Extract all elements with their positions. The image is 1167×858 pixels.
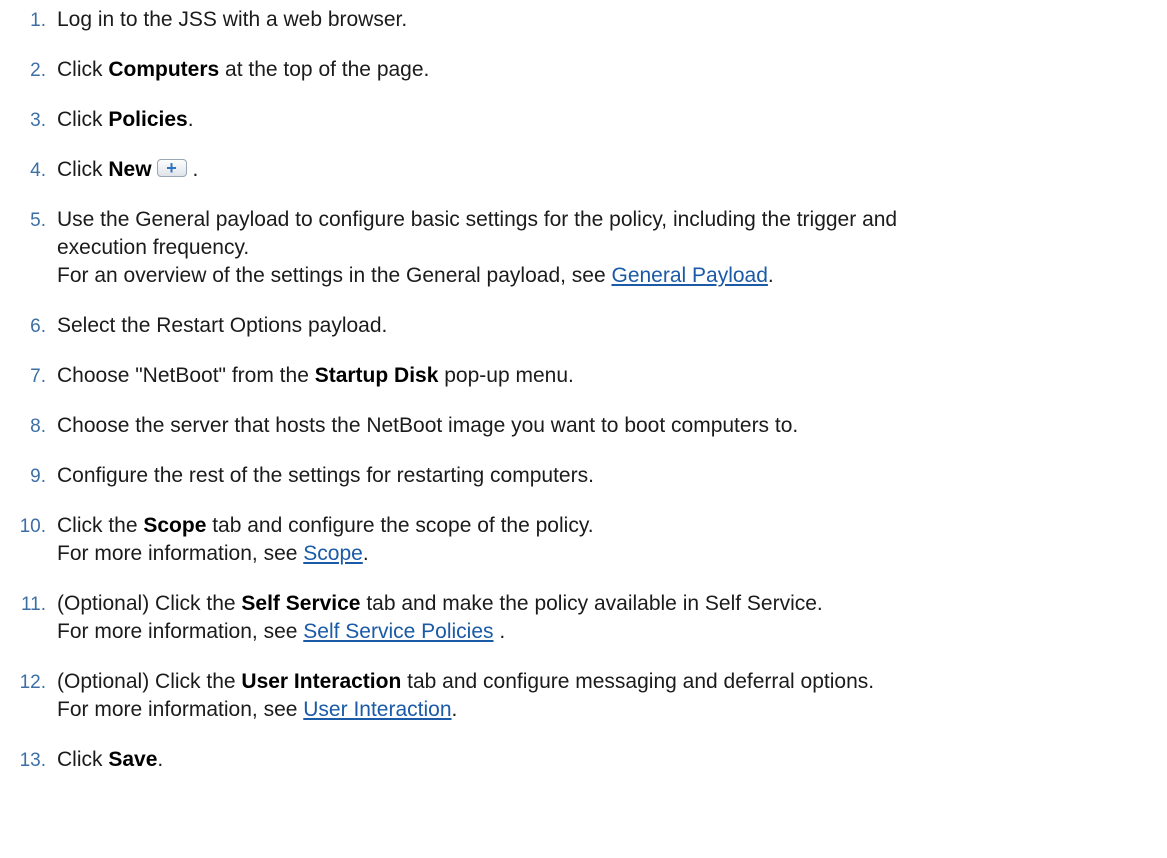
step-5: 5. Use the General payload to configure … xyxy=(0,206,1160,290)
step-text-line-2: execution frequency. xyxy=(57,236,250,259)
step-number: 12. xyxy=(19,672,46,693)
step-text-line-1: Use the General payload to configure bas… xyxy=(57,208,898,231)
step-number: 5. xyxy=(30,210,46,231)
step-text-pre: Click xyxy=(57,158,109,181)
step-8: 8. Choose the server that hosts the NetB… xyxy=(0,412,1160,440)
step-6: 6. Select the Restart Options payload. xyxy=(0,312,1160,340)
note-text: For more information, see xyxy=(57,620,304,643)
ui-term-new: New xyxy=(108,158,152,181)
step-text: Click Policies. xyxy=(57,106,1160,134)
step-text-pre: Click the xyxy=(57,514,144,537)
step-number: 11. xyxy=(20,594,46,615)
step-number: 1. xyxy=(30,10,46,31)
procedure-steps: 1. Log in to the JSS with a web browser.… xyxy=(0,6,1160,796)
step-note: For more information, see User Interacti… xyxy=(57,696,1160,724)
step-text-post: pop-up menu. xyxy=(438,364,574,387)
step-text: Configure the rest of the settings for r… xyxy=(57,464,594,487)
step-text-post: tab and make the policy available in Sel… xyxy=(360,592,823,615)
note-text: For more information, see xyxy=(57,698,304,721)
step-text-post: . xyxy=(157,748,164,771)
step-text-pre: Click xyxy=(57,58,109,81)
step-text-post: . xyxy=(187,108,194,131)
step-text-pre: Click xyxy=(57,108,109,131)
step-text-pre: (Optional) Click the xyxy=(57,592,242,615)
note-text-post: . xyxy=(362,542,369,565)
self-service-policies-link[interactable]: Self Service Policies xyxy=(303,620,493,643)
note-text: For more information, see xyxy=(57,542,304,565)
ui-term-startup-disk: Startup Disk xyxy=(314,364,439,387)
step-note: For an overview of the settings in the G… xyxy=(57,262,1160,290)
step-text: (Optional) Click the Self Service tab an… xyxy=(57,590,1160,618)
step-text: Click Save. xyxy=(57,746,1160,774)
step-text: (Optional) Click the User Interaction ta… xyxy=(57,668,1160,696)
scope-link[interactable]: Scope xyxy=(303,542,363,565)
ui-term-scope: Scope xyxy=(143,514,207,537)
step-number: 2. xyxy=(30,60,46,81)
ui-term-computers: Computers xyxy=(108,58,220,81)
note-text-post: . xyxy=(767,264,774,287)
step-text: Click the Scope tab and configure the sc… xyxy=(57,512,1160,540)
step-text-pre: (Optional) Click the xyxy=(57,670,242,693)
step-number: 9. xyxy=(30,466,46,487)
plus-glyph: + xyxy=(166,158,177,179)
plus-icon: + xyxy=(156,158,187,179)
step-7: 7. Choose "NetBoot" from the Startup Dis… xyxy=(0,362,1160,390)
note-text-post: . xyxy=(451,698,458,721)
step-number: 6. xyxy=(30,316,46,337)
step-number: 13. xyxy=(19,750,46,771)
step-number: 3. xyxy=(30,110,46,131)
step-text: Click Computers at the top of the page. xyxy=(57,56,1160,84)
note-text-post: . xyxy=(493,620,506,643)
note-text: For an overview of the settings in the G… xyxy=(57,264,612,287)
step-number: 7. xyxy=(30,366,46,387)
user-interaction-link[interactable]: User Interaction xyxy=(303,698,451,721)
step-9: 9. Configure the rest of the settings fo… xyxy=(0,462,1160,490)
step-2: 2. Click Computers at the top of the pag… xyxy=(0,56,1160,84)
ui-term-policies: Policies xyxy=(108,108,188,131)
step-1: 1. Log in to the JSS with a web browser. xyxy=(0,6,1160,34)
step-text-pre: Choose "NetBoot" from the xyxy=(57,364,315,387)
step-text-pre: Click xyxy=(57,748,109,771)
step-text: Choose the server that hosts the NetBoot… xyxy=(57,414,799,437)
step-text: Select the Restart Options payload. xyxy=(57,314,388,337)
step-10: 10. Click the Scope tab and configure th… xyxy=(0,512,1160,568)
step-text: Log in to the JSS with a web browser. xyxy=(57,8,408,31)
step-number: 4. xyxy=(30,160,46,181)
ui-term-save: Save xyxy=(108,748,158,771)
ui-term-self-service: Self Service xyxy=(241,592,361,615)
general-payload-link[interactable]: General Payload xyxy=(611,264,767,287)
step-4: 4. Click New +. xyxy=(0,156,1160,184)
step-note: For more information, see Scope. xyxy=(57,540,1160,568)
step-3: 3. Click Policies. xyxy=(0,106,1160,134)
step-12: 12. (Optional) Click the User Interactio… xyxy=(0,668,1160,724)
step-text-post: at the top of the page. xyxy=(219,58,430,81)
step-11: 11. (Optional) Click the Self Service ta… xyxy=(0,590,1160,646)
step-note: For more information, see Self Service P… xyxy=(57,618,1160,646)
step-text: Click New +. xyxy=(57,156,1160,184)
step-text-post: tab and configure messaging and deferral… xyxy=(401,670,875,693)
step-number: 8. xyxy=(30,416,46,437)
step-13: 13. Click Save. xyxy=(0,746,1160,774)
ui-term-user-interaction: User Interaction xyxy=(241,670,402,693)
step-number: 10. xyxy=(19,516,46,537)
step-text-post: tab and configure the scope of the polic… xyxy=(206,514,594,537)
step-text: Choose "NetBoot" from the Startup Disk p… xyxy=(57,362,1160,390)
step-text-post: . xyxy=(192,158,199,181)
